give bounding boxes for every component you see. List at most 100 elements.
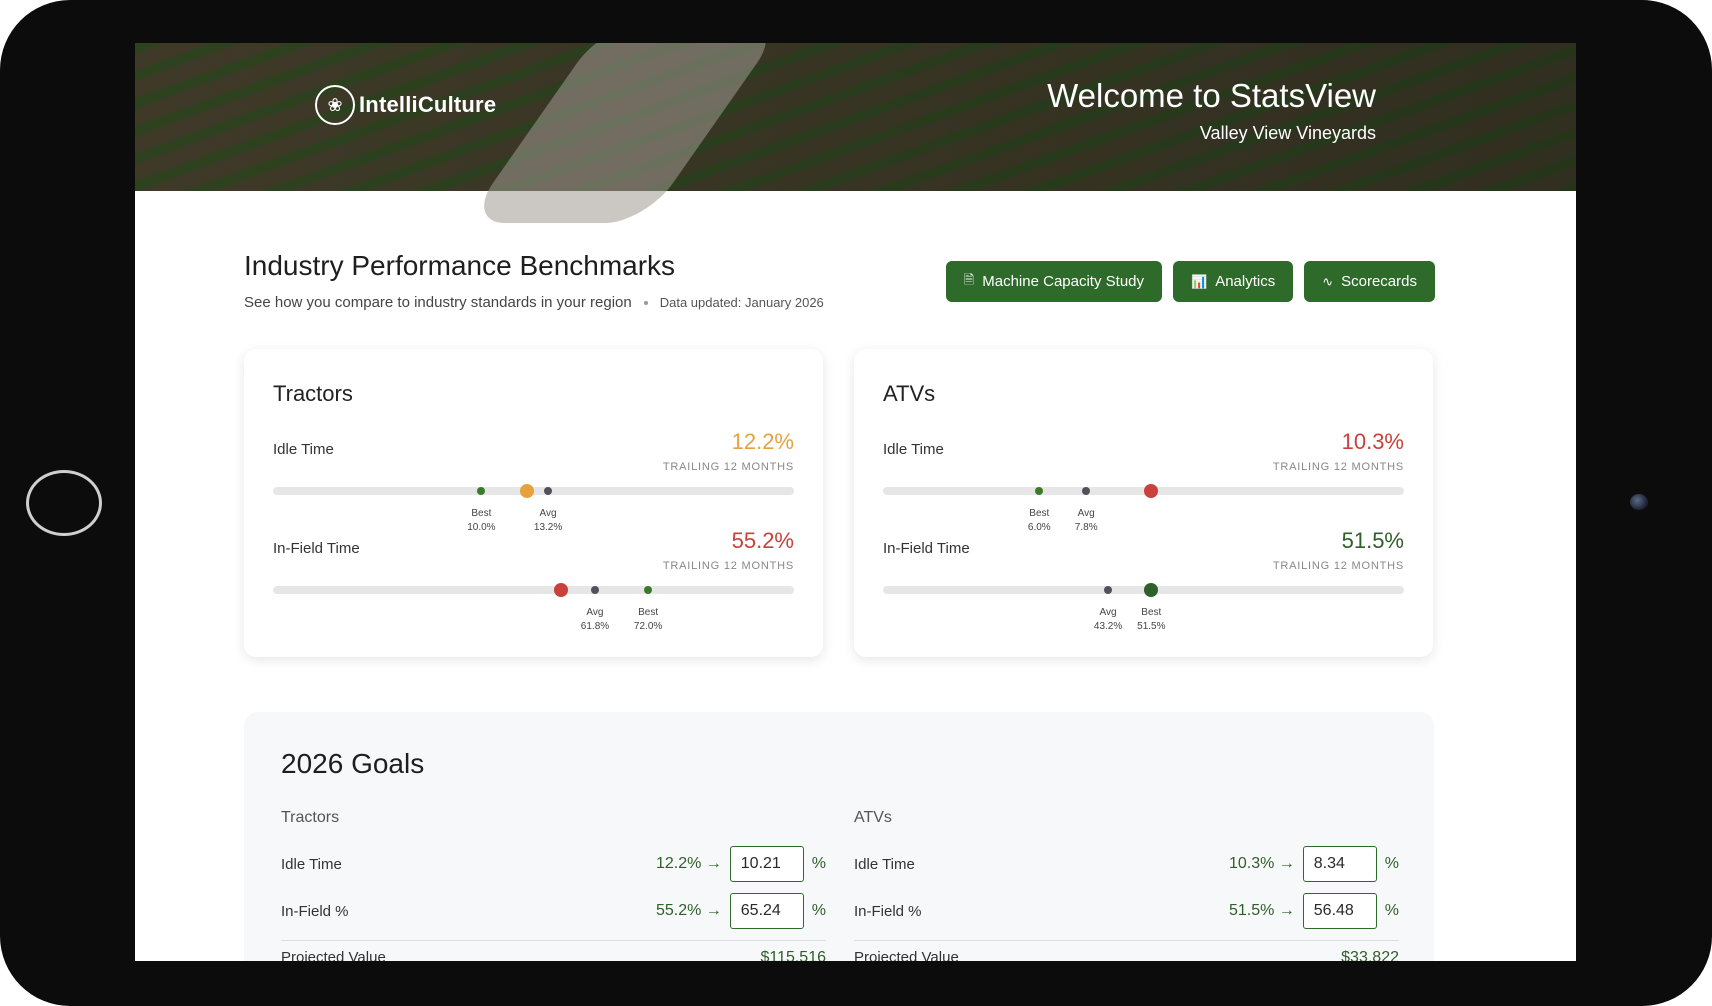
button-label: Analytics [1215, 273, 1276, 290]
goal-label: In-Field % [281, 902, 349, 920]
tablet-frame: ❀ IntelliCulture Welcome to StatsView Va… [0, 0, 1712, 1006]
atvs-idle-metric: Idle Time 10.3% TRAILING 12 MONTHS Best 6… [883, 429, 1404, 541]
avg-label: Avg 13.2% [533, 508, 563, 533]
best-label: Best 51.5% [1137, 607, 1166, 632]
page-title: Industry Performance Benchmarks [244, 250, 676, 281]
percent-unit: % [1384, 902, 1399, 919]
atvs-goals: ATVs Idle Time 10.3% → % In-Field % 51.5… [854, 809, 1399, 961]
home-button[interactable] [26, 470, 102, 536]
goal-column-title: Tractors [281, 809, 340, 826]
machine-capacity-study-button[interactable]: 🗎 Machine Capacity Study [945, 261, 1162, 302]
metric-label: Idle Time [273, 441, 334, 458]
goal-label: Idle Time [854, 855, 915, 873]
metric-label: In-Field Time [273, 540, 360, 557]
goal-current: 10.3% → [1228, 855, 1295, 872]
avg-label: Avg 43.2% [1093, 607, 1123, 632]
goal-divider [854, 940, 1399, 941]
metric-value: 12.2% [731, 429, 794, 454]
metric-value: 10.3% [1341, 429, 1404, 454]
goals-panel: 2026 Goals Tractors Idle Time 12.2% → % … [244, 712, 1434, 961]
tractors-goals: Tractors Idle Time 12.2% → % In-Field % … [281, 809, 826, 961]
logo-leaf-icon: ❀ [315, 85, 355, 125]
benchmark-track [273, 583, 794, 597]
hero-banner: ❀ IntelliCulture Welcome to StatsView Va… [135, 43, 1576, 223]
logo[interactable]: ❀ IntelliCulture [315, 85, 496, 125]
metric-label: Idle Time [883, 441, 944, 458]
metric-value: 51.5% [1341, 528, 1404, 553]
best-label: Best 6.0% [1027, 508, 1051, 533]
bar-chart-icon: 📊 [1191, 273, 1208, 289]
projected-label: Projected Value [854, 949, 959, 961]
avg-marker [590, 586, 599, 594]
goal-controls: 55.2% → % [656, 893, 826, 929]
card-title: Tractors [273, 381, 353, 406]
projected-value: $115,516 [760, 949, 826, 961]
atvs-infield-goal-row: In-Field % 51.5% → % [854, 892, 1399, 930]
percent-unit: % [1384, 855, 1399, 872]
welcome-title: Welcome to StatsView [1047, 77, 1376, 114]
goals-title: 2026 Goals [281, 748, 425, 779]
data-updated: Data updated: January 2026 [659, 295, 824, 310]
atvs-infield-metric: In-Field Time 51.5% TRAILING 12 MONTHS B… [883, 528, 1404, 640]
goal-label: Idle Time [281, 855, 342, 873]
atvs-infield-target-input[interactable] [1302, 893, 1377, 929]
action-buttons: 🗎 Machine Capacity Study 📊 Analytics ∿ S… [945, 261, 1435, 302]
trailing-label: TRAILING 12 MONTHS [1272, 461, 1404, 473]
tractors-infield-metric: In-Field Time 55.2% TRAILING 12 MONTHS B… [273, 528, 794, 640]
best-marker [1035, 487, 1044, 495]
farm-name: Valley View Vineyards [1199, 123, 1376, 143]
screen: ❀ IntelliCulture Welcome to StatsView Va… [135, 43, 1576, 961]
trailing-label: TRAILING 12 MONTHS [662, 461, 794, 473]
you-marker [520, 484, 535, 498]
avg-marker [544, 487, 553, 495]
best-marker [477, 487, 486, 495]
separator-dot [643, 300, 648, 305]
best-marker [644, 586, 653, 594]
banner-road [464, 43, 786, 223]
avg-marker [1104, 586, 1113, 594]
atvs-card: ATVs Idle Time 10.3% TRAILING 12 MONTHS … [854, 349, 1433, 657]
goal-controls: 51.5% → % [1229, 893, 1399, 929]
page-subtitle: See how you compare to industry standard… [244, 294, 824, 311]
subtitle-text: See how you compare to industry standard… [244, 294, 632, 311]
button-label: Scorecards [1341, 273, 1417, 290]
logo-text: IntelliCulture [359, 92, 497, 117]
best-label: Best 10.0% [467, 508, 496, 533]
tractors-card: Tractors Idle Time 12.2% TRAILING 12 MON… [244, 349, 823, 657]
tractors-infield-target-input[interactable] [729, 893, 804, 929]
metric-label: In-Field Time [883, 540, 970, 557]
you-marker [1144, 484, 1159, 498]
tractors-idle-goal-row: Idle Time 12.2% → % [281, 845, 826, 883]
benchmark-track [883, 583, 1404, 597]
analytics-button[interactable]: 📊 Analytics [1173, 261, 1294, 302]
avg-label: Avg 7.8% [1074, 508, 1098, 533]
document-icon: 🗎 [963, 271, 975, 287]
atvs-idle-target-input[interactable] [1302, 846, 1377, 882]
goal-current: 12.2% → [655, 855, 722, 872]
metric-value: 55.2% [731, 528, 794, 553]
percent-unit: % [811, 902, 826, 919]
card-title: ATVs [883, 381, 936, 406]
goal-current: 51.5% → [1228, 902, 1295, 919]
atvs-idle-goal-row: Idle Time 10.3% → % [854, 845, 1399, 883]
tractors-projected-value: Projected Value $115,516 [281, 949, 826, 961]
best-label: Best 72.0% [633, 607, 663, 632]
avg-label: Avg 61.8% [580, 607, 610, 632]
projected-value: $33,822 [1341, 949, 1399, 961]
button-label: Machine Capacity Study [982, 273, 1144, 290]
goal-controls: 10.3% → % [1229, 846, 1399, 882]
goal-column-title: ATVs [854, 809, 892, 826]
tractors-idle-target-input[interactable] [729, 846, 804, 882]
goal-label: In-Field % [854, 902, 922, 920]
trailing-label: TRAILING 12 MONTHS [662, 560, 794, 572]
trailing-label: TRAILING 12 MONTHS [1272, 560, 1404, 572]
atvs-projected-value: Projected Value $33,822 [854, 949, 1399, 961]
benchmark-track [883, 484, 1404, 498]
you-marker [553, 583, 568, 597]
scorecards-button[interactable]: ∿ Scorecards [1304, 261, 1435, 302]
benchmark-track [273, 484, 794, 498]
goal-controls: 12.2% → % [656, 846, 826, 882]
tractors-infield-goal-row: In-Field % 55.2% → % [281, 892, 826, 930]
activity-icon: ∿ [1322, 273, 1334, 289]
projected-label: Projected Value [281, 949, 386, 961]
